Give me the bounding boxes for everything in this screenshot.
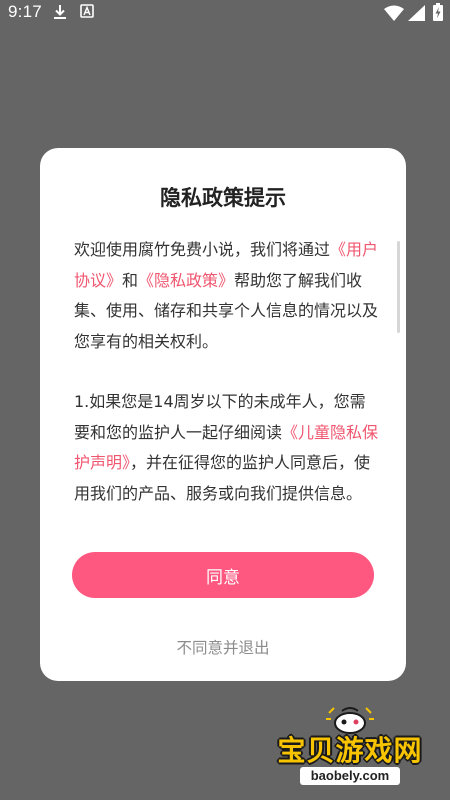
agree-button[interactable]: 同意	[72, 552, 374, 598]
dialog-title: 隐私政策提示	[160, 186, 286, 210]
watermark-domain: baobely.com	[300, 767, 400, 785]
dialog-body[interactable]: 欢迎使用腐竹免费小说，我们将通过《用户协议》和《隐私政策》帮助您了解我们收集、使…	[74, 235, 380, 525]
signal-icon	[408, 5, 425, 21]
privacy-dialog: 隐私政策提示 欢迎使用腐竹免费小说，我们将通过《用户协议》和《隐私政策》帮助您了…	[40, 148, 406, 681]
intro-text-1: 欢迎使用腐竹免费小说，我们将通过	[74, 240, 331, 259]
privacy-policy-link[interactable]: 《隐私政策》	[138, 271, 234, 290]
minor-paragraph: 1.如果您是14周岁以下的未成年人，您需要和您的监护人一起仔细阅读《儿童隐私保护…	[74, 387, 380, 509]
a-notification-icon	[80, 4, 94, 18]
watermark-logo: 宝贝游戏网 baobely.com	[270, 705, 430, 790]
intro-paragraph: 欢迎使用腐竹免费小说，我们将通过《用户协议》和《隐私政策》帮助您了解我们收集、使…	[74, 235, 380, 357]
battery-charging-icon	[433, 3, 443, 21]
scrollbar[interactable]	[397, 241, 400, 333]
download-icon	[54, 5, 66, 19]
intro-text-2: 和	[122, 270, 139, 290]
watermark-title: 宝贝游戏网	[277, 734, 423, 767]
status-bar: 9:17	[0, 0, 450, 26]
wifi-icon	[384, 5, 404, 21]
status-time: 9:17	[8, 2, 42, 21]
disagree-exit-button[interactable]: 不同意并退出	[40, 632, 406, 662]
